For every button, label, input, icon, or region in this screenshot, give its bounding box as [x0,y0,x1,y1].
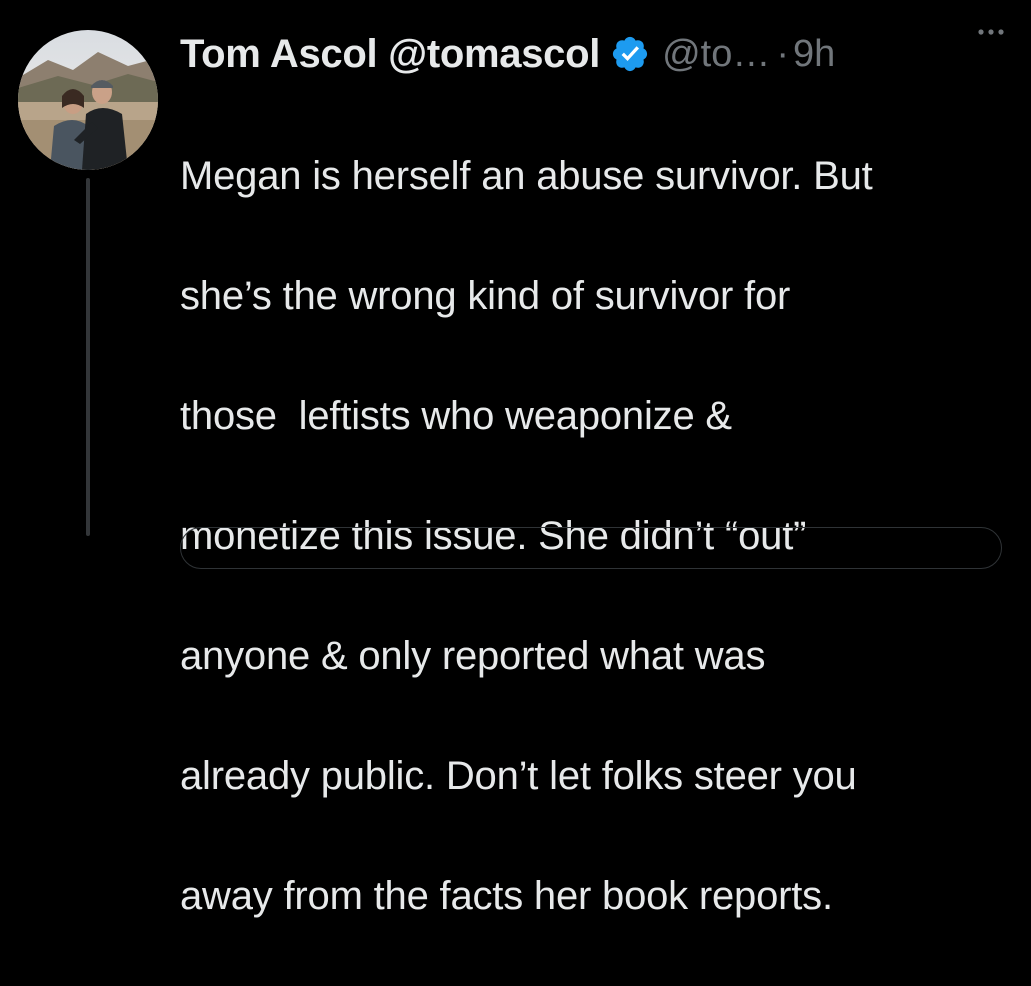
verified-badge-icon [610,34,650,74]
author-name-space [377,32,388,77]
author-handle-full[interactable]: @tomascol [388,32,600,77]
tweet-text-line: Megan is herself an abuse survivor. But [180,154,873,198]
tweet-text-line: already public. Don’t let folks steer yo… [180,754,857,798]
author-handle-truncated[interactable]: @to… [662,33,770,76]
tweet-text-line: away from the facts her book reports. [180,874,833,918]
tweet-text-line: she’s the wrong kind of survivor for [180,274,791,318]
tweet-timestamp[interactable]: 9h [793,33,835,76]
meta-separator: · [776,32,790,75]
author-avatar[interactable] [18,30,158,170]
avatar-photo-icon [18,30,158,170]
thread-connector-line [86,178,90,536]
tweet-text-line: those leftists who weaponize & [180,394,732,438]
author-display-name[interactable]: Tom Ascol [180,32,378,77]
tweet-header: Tom Ascol @tomascol @to… · 9h [180,24,1010,84]
tweet-text-line: anyone & only reported what was [180,634,766,678]
ellipsis-icon[interactable] [971,22,1011,42]
quoted-embed-card[interactable] [180,527,1002,569]
tweet[interactable]: Tom Ascol @tomascol @to… · 9h Megan is h… [0,0,1031,918]
